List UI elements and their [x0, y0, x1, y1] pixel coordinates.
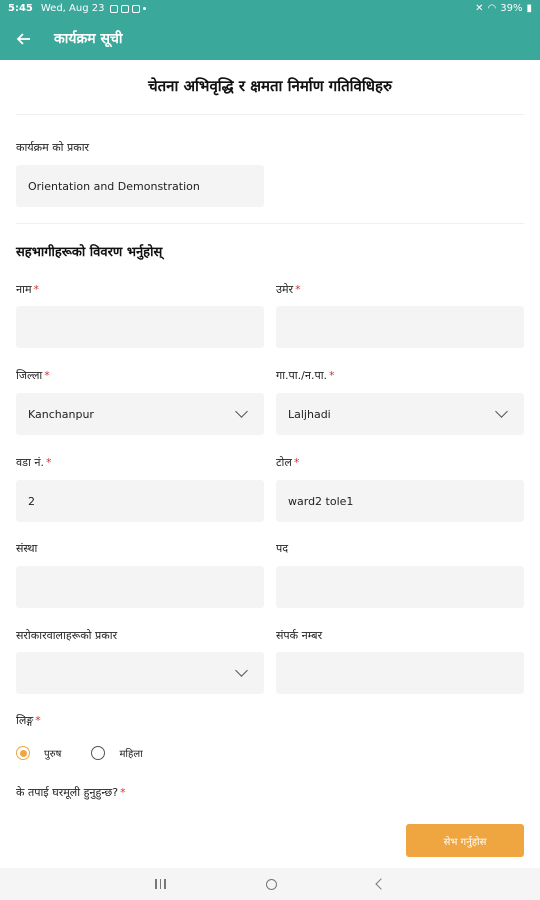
gender-radio-female[interactable] — [91, 746, 106, 760]
program-type-label: कार्यक्रम को प्रकार — [16, 141, 90, 154]
wifi-icon: ◠ — [487, 3, 497, 14]
ward-input[interactable]: 2 — [16, 480, 264, 522]
district-label: जिल्ला * — [16, 369, 50, 382]
stakeholder-type-label: सरोकारवालाहरूको प्रकार — [16, 629, 118, 642]
required-mark: * — [295, 283, 301, 296]
position-input[interactable] — [276, 566, 524, 608]
chevron-down-icon — [495, 405, 508, 418]
gender-radio-group: पुरुष महिला — [16, 746, 143, 760]
age-label: उमेर * — [276, 283, 301, 296]
chevron-down-icon — [235, 664, 248, 677]
back-icon[interactable] — [375, 878, 387, 890]
divider — [16, 114, 524, 115]
divider — [16, 223, 524, 224]
notification-icons — [110, 4, 147, 13]
contact-label: संपर्क नम्बर — [276, 629, 323, 642]
system-navigation-bar — [0, 868, 540, 900]
gender-radio-male[interactable] — [16, 746, 30, 760]
battery-text: 39% — [500, 3, 523, 14]
district-dropdown[interactable]: Kanchanpur — [16, 393, 264, 435]
tole-label: टोल * — [276, 456, 300, 469]
app-bar-title: कार्यक्रम सूची — [54, 31, 123, 47]
battery-icon: ▮ — [526, 3, 532, 14]
required-mark: * — [293, 456, 300, 469]
form-content[interactable]: चेतना अभिवृद्धि र क्षमता निर्माण गतिविधि… — [0, 60, 540, 868]
ward-label: वडा नं. * — [16, 456, 52, 469]
municipality-dropdown[interactable]: Laljhadi — [276, 393, 524, 435]
back-arrow-icon[interactable] — [14, 29, 34, 49]
municipality-label: गा.पा./न.पा. * — [276, 369, 335, 382]
contact-input[interactable] — [276, 652, 524, 694]
name-label: नाम * — [16, 283, 40, 296]
age-input[interactable] — [276, 306, 524, 348]
name-input[interactable] — [16, 306, 264, 348]
household-head-question: के तपाई घरमूली हुनुहुन्छ? * — [16, 786, 126, 799]
required-mark: * — [33, 283, 40, 296]
more-dot-icon — [143, 7, 147, 10]
recents-icon[interactable] — [155, 879, 166, 889]
home-icon[interactable] — [265, 878, 277, 890]
required-mark: * — [35, 714, 41, 727]
status-right: ✕ ◠ 39% ▮ — [475, 3, 532, 14]
navigation-icon — [132, 4, 141, 13]
save-button[interactable]: सेभ गर्नुहोस — [406, 824, 524, 857]
required-mark: * — [45, 456, 52, 469]
municipality-value: Laljhadi — [288, 407, 331, 421]
organization-label: संस्था — [16, 542, 38, 555]
gender-label: लिङ्ग * — [16, 714, 41, 727]
organization-input[interactable] — [16, 566, 264, 608]
gender-option-female-label: महिला — [119, 749, 143, 760]
required-mark: * — [44, 369, 50, 382]
gender-option-male-label: पुरुष — [44, 749, 62, 760]
app-bar: कार्यक्रम सूची — [0, 17, 540, 60]
position-label: पद — [276, 542, 289, 555]
page-heading: चेतना अभिवृद्धि र क्षमता निर्माण गतिविधि… — [148, 77, 392, 95]
sync-icon — [121, 4, 130, 13]
status-bar: 5:45 Wed, Aug 23 ✕ ◠ 39% ▮ — [0, 0, 540, 17]
stakeholder-type-dropdown[interactable] — [16, 652, 264, 694]
mute-icon: ✕ — [475, 3, 484, 14]
status-time: 5:45 — [8, 3, 33, 14]
required-mark: * — [329, 369, 335, 382]
image-icon — [110, 4, 119, 13]
program-type-field[interactable]: Orientation and Demonstration — [16, 165, 264, 207]
program-type-value: Orientation and Demonstration — [28, 179, 200, 193]
chevron-down-icon — [235, 405, 248, 418]
section-title: सहभागीहरूको विवरण भर्नुहोस् — [16, 245, 163, 260]
status-date: Wed, Aug 23 — [40, 3, 105, 14]
required-mark: * — [120, 786, 126, 799]
district-value: Kanchanpur — [28, 407, 94, 421]
tole-input[interactable]: ward2 tole1 — [276, 480, 524, 522]
